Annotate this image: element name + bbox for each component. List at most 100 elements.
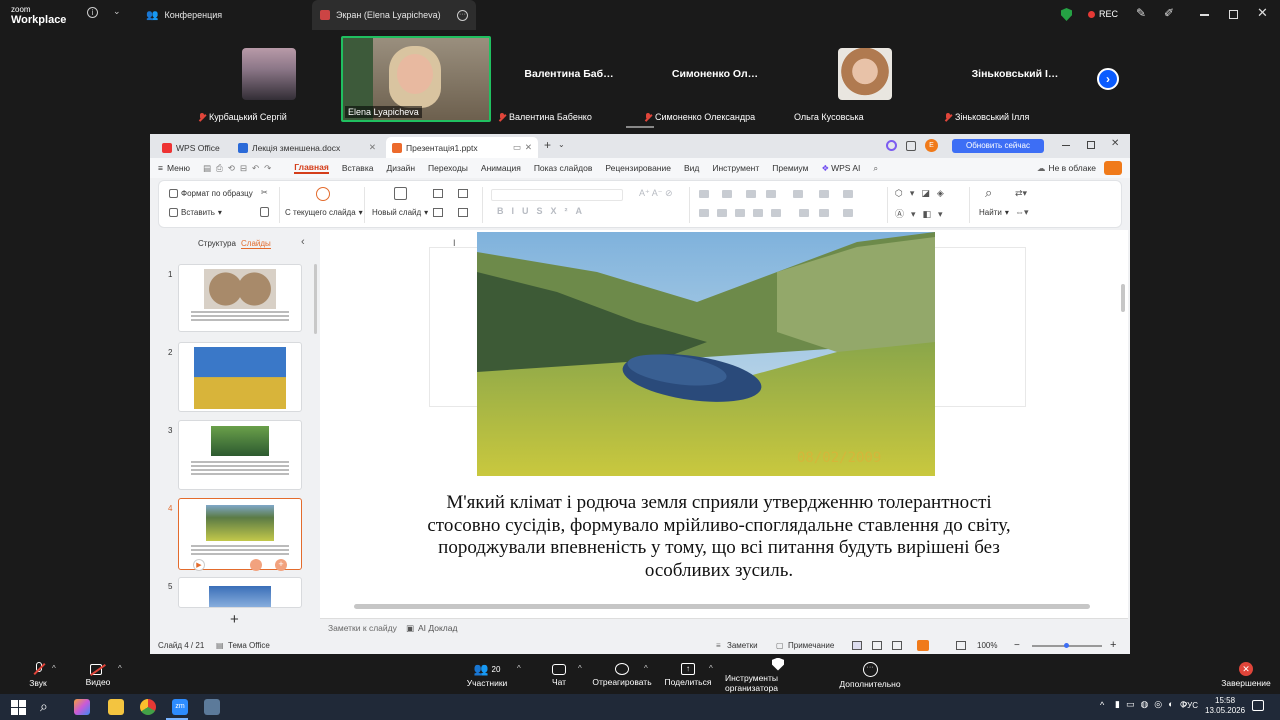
menu-item-premium[interactable]: Премиум: [772, 163, 808, 173]
chrome-icon[interactable]: [140, 699, 156, 715]
normal-view-icon[interactable]: [852, 641, 862, 650]
slide-thumbnail[interactable]: [178, 342, 302, 412]
minimize-icon[interactable]: [1200, 14, 1209, 16]
align-right-icon[interactable]: [735, 209, 745, 217]
tab-screen[interactable]: Экран (Elena Lyapicheva) ···: [312, 0, 476, 30]
minimize-icon[interactable]: [1062, 145, 1070, 147]
play-icon[interactable]: ▶: [193, 559, 205, 571]
shape-tools-icons[interactable]: ⬡▾◪◈: [895, 188, 951, 199]
user-avatar[interactable]: E: [925, 139, 938, 152]
replace-icon[interactable]: ⇄▾: [1015, 188, 1027, 199]
arrange-icon[interactable]: [458, 208, 468, 217]
react-button[interactable]: Отреагировать: [592, 656, 652, 694]
menu-button[interactable]: Меню: [167, 163, 190, 173]
select-icon[interactable]: ⇔▾: [1015, 207, 1029, 218]
menu-item-slideshow[interactable]: Показ слайдов: [534, 163, 593, 173]
tab-pptx[interactable]: Презентація1.pptx ▭ ✕: [386, 137, 538, 158]
participant-tile[interactable]: Зіньковський І… Зіньковський Ілля: [940, 36, 1090, 122]
font-family-select[interactable]: [491, 189, 623, 201]
slide-body-text[interactable]: М'який клімат і родюча земля сприяли утв…: [424, 492, 1014, 582]
fit-window-icon[interactable]: [956, 641, 966, 650]
menu-item-view[interactable]: Вид: [684, 163, 699, 173]
slide-thumbnail[interactable]: [178, 264, 302, 332]
more-button[interactable]: ··· Дополнительно: [838, 656, 902, 694]
notes-placeholder[interactable]: Заметки к слайду: [328, 623, 397, 633]
reset-icon[interactable]: [458, 189, 468, 198]
slideshow-icon[interactable]: [917, 640, 929, 651]
text-box-tools-icons[interactable]: Ⓐ▾◧▾: [895, 207, 950, 220]
audio-options-icon[interactable]: ^: [52, 664, 56, 673]
transition-icon[interactable]: [250, 559, 262, 571]
participant-tile[interactable]: Симоненко Ол… Симоненко Олександра: [640, 36, 790, 122]
slide-thumbnail[interactable]: [178, 420, 302, 490]
video-button[interactable]: Видео: [78, 656, 118, 694]
sorter-view-icon[interactable]: [872, 641, 882, 650]
zoom-in-icon[interactable]: +: [1110, 639, 1116, 651]
menu-item-transitions[interactable]: Переходы: [428, 163, 468, 173]
copy-icon[interactable]: [260, 207, 269, 217]
collapse-panel-icon[interactable]: ‹: [301, 236, 305, 248]
file-explorer-icon[interactable]: [108, 699, 124, 715]
zoom-out-icon[interactable]: −: [1014, 640, 1020, 651]
share-screen-button[interactable]: ↑ Поделиться: [663, 656, 713, 694]
close-tab-icon[interactable]: ✕: [369, 142, 376, 153]
participant-tile[interactable]: Курбацький Сергій: [194, 36, 344, 122]
line-spacing-icon[interactable]: [819, 190, 829, 198]
smart-art-icon[interactable]: [843, 209, 853, 217]
restore-icon[interactable]: [1087, 141, 1095, 149]
paste-button[interactable]: Вставить ▾: [169, 208, 222, 217]
info-icon[interactable]: i: [87, 7, 98, 18]
sync-icon[interactable]: [886, 140, 897, 151]
add-slide-icon[interactable]: +: [275, 559, 287, 571]
shield-icon[interactable]: [1061, 8, 1072, 21]
menu-item-review[interactable]: Рецензирование: [605, 163, 671, 173]
slide-photo[interactable]: 08/02/2009: [477, 232, 935, 476]
video-options-icon[interactable]: ^: [118, 664, 122, 673]
new-tab-button[interactable]: +: [544, 138, 551, 152]
cut-icon[interactable]: ✂: [261, 188, 268, 197]
slide-thumbnail-selected[interactable]: ▶ +: [178, 498, 302, 571]
windows-start-icon[interactable]: [10, 699, 26, 715]
input-language[interactable]: РУС: [1182, 701, 1198, 710]
section-icon[interactable]: [433, 208, 443, 217]
share-options-icon[interactable]: ^: [709, 664, 713, 673]
text-format-icons[interactable]: BIUSX²A: [497, 206, 590, 216]
popout-icon[interactable]: ▭: [513, 142, 521, 153]
edit-icon[interactable]: ✐: [1164, 6, 1174, 20]
font-size-icons[interactable]: A⁺ A⁻ ⊘: [639, 188, 673, 199]
align-middle-icon[interactable]: [819, 209, 829, 217]
audio-button[interactable]: Звук: [18, 656, 58, 694]
participants-options-icon[interactable]: ^: [517, 664, 521, 673]
text-direction-icon[interactable]: [843, 190, 853, 198]
justify-icon[interactable]: [753, 209, 763, 217]
zoom-level[interactable]: 100%: [977, 641, 997, 650]
menu-item-animation[interactable]: Анимация: [481, 163, 521, 173]
menu-item-tools[interactable]: Инструмент: [712, 163, 759, 173]
close-tab-icon[interactable]: ✕: [525, 142, 532, 153]
search-icon[interactable]: ⌕: [873, 163, 878, 174]
layout-icon[interactable]: [433, 189, 443, 198]
chat-options-icon[interactable]: ^: [578, 664, 582, 673]
close-icon[interactable]: ✕: [1111, 138, 1119, 149]
participant-tile-active-speaker[interactable]: Elena Lyapicheva: [341, 36, 491, 122]
numbered-list-icon[interactable]: [722, 190, 732, 198]
format-painter-button[interactable]: Формат по образцу: [169, 189, 253, 198]
outdent-icon[interactable]: [746, 190, 756, 198]
chevron-down-icon[interactable]: ⌄: [113, 6, 121, 17]
add-slide-button[interactable]: +: [230, 611, 239, 628]
panel-scrollbar[interactable]: [314, 264, 317, 334]
menu-item-wps-ai[interactable]: WPS AI: [831, 163, 860, 173]
zoom-slider-thumb[interactable]: [1064, 643, 1069, 648]
update-now-button[interactable]: Обновить сейчас: [952, 139, 1044, 153]
tray-chevron-icon[interactable]: ^: [1100, 700, 1104, 710]
share-icon[interactable]: [1104, 161, 1122, 175]
align-top-icon[interactable]: [799, 209, 809, 217]
host-tools-button[interactable]: Инструменты организатора: [725, 656, 831, 694]
comment-toggle[interactable]: Примечание: [788, 641, 834, 650]
participant-tile[interactable]: Валентина Баб… Валентина Бабенко: [494, 36, 644, 122]
tab-wps-office[interactable]: WPS Office: [156, 137, 228, 158]
ai-report-button[interactable]: AI Доклад: [418, 623, 457, 633]
columns-icon[interactable]: [793, 190, 803, 198]
window-icon[interactable]: [906, 141, 916, 151]
rec-label[interactable]: REC: [1099, 9, 1118, 19]
